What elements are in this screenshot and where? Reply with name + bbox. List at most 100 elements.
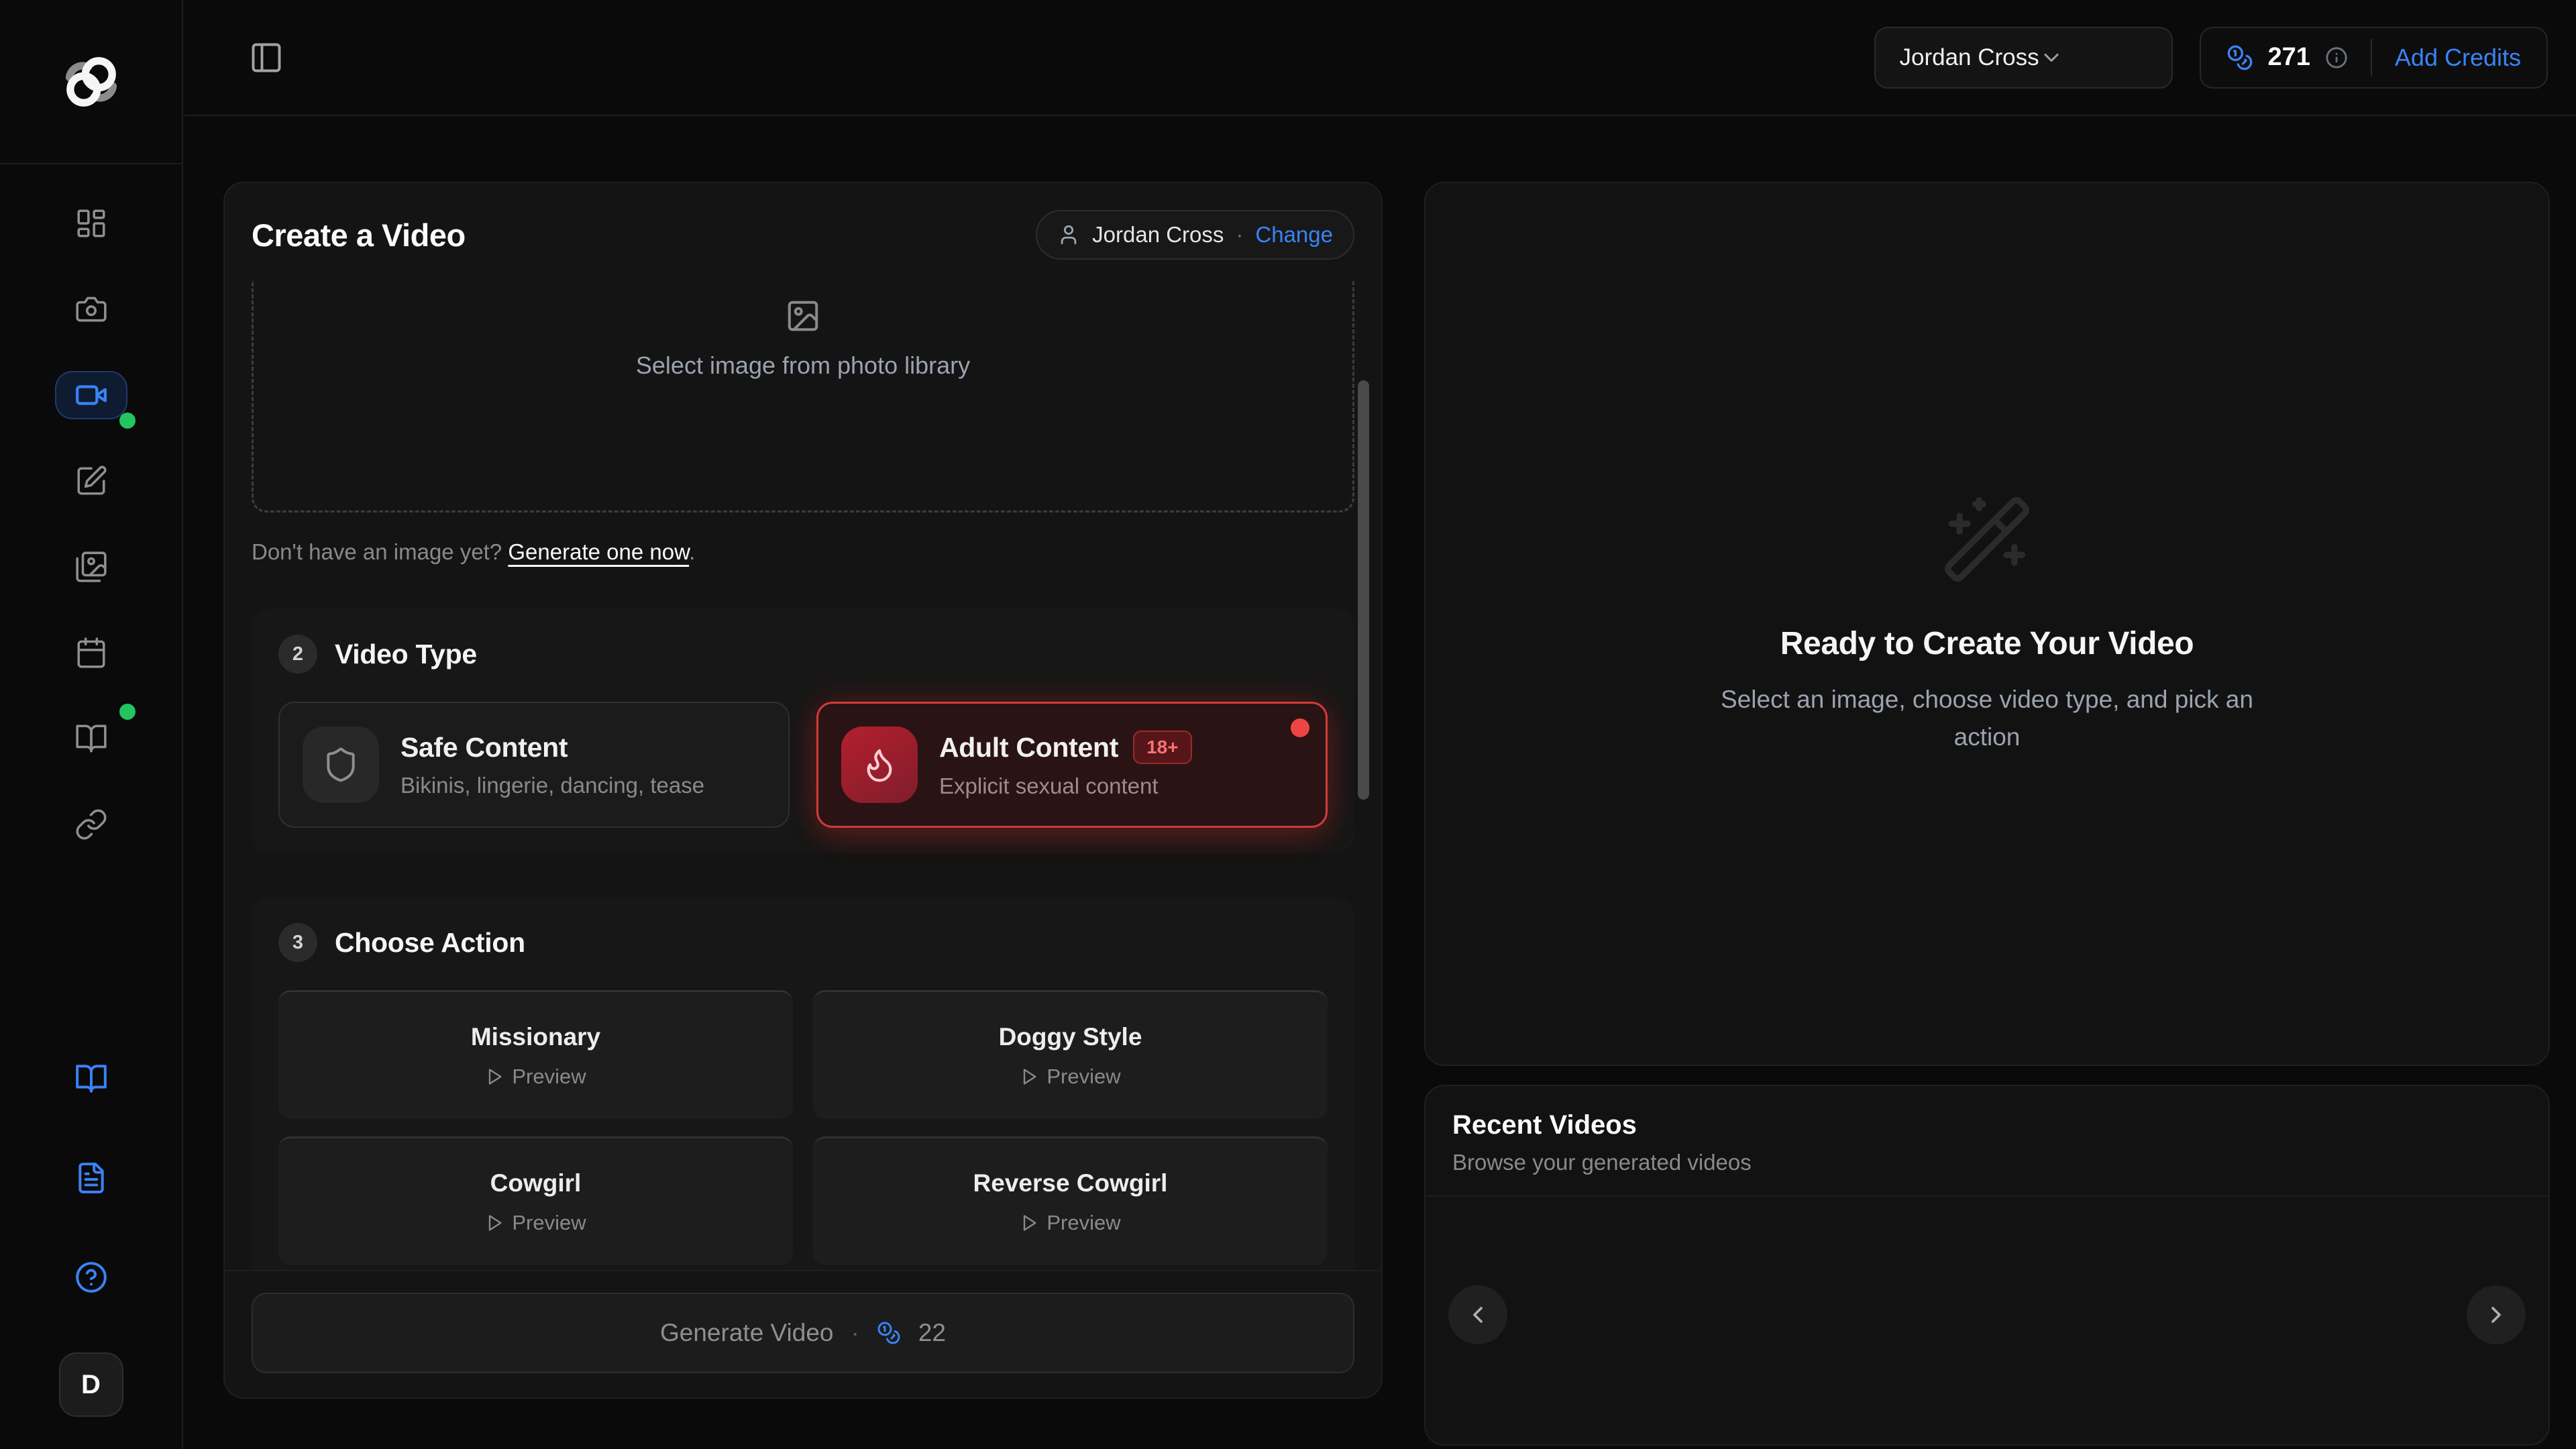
age-rating-badge: 18+ [1133, 731, 1192, 764]
action-title: Reverse Cowgirl [973, 1169, 1168, 1197]
separator-dot: · [1236, 222, 1243, 248]
divider [2371, 39, 2372, 76]
add-credits-button[interactable]: Add Credits [2395, 44, 2521, 72]
create-panel-scroll-area: Select image from photo library Don't ha… [225, 280, 1381, 1270]
choose-action-section: 3 Choose Action Missionary Preview Doggy… [252, 898, 1354, 1270]
sidebar-item-gallery[interactable] [55, 543, 127, 591]
link-icon [74, 808, 108, 841]
preview-button[interactable]: Preview [1020, 1065, 1120, 1089]
preview-subtitle: Select an image, choose video type, and … [1709, 681, 2265, 755]
step-badge: 2 [278, 635, 317, 674]
scrollbar-thumb[interactable] [1358, 380, 1369, 800]
video-type-options: Safe Content Bikinis, lingerie, dancing,… [278, 702, 1328, 828]
topbar-right: Jordan Cross 271 Add Credits [1874, 27, 2548, 89]
user-avatar[interactable]: D [59, 1352, 123, 1417]
create-video-panel: Create a Video Jordan Cross · Change Sel… [223, 182, 1383, 1399]
book-open-icon [74, 722, 108, 755]
play-icon [1020, 1214, 1038, 1232]
play-icon [485, 1214, 504, 1232]
no-image-hint-suffix: . [689, 539, 695, 564]
create-panel-header: Create a Video Jordan Cross · Change [225, 183, 1381, 280]
video-icon [74, 378, 108, 412]
upload-label: Select image from photo library [636, 352, 970, 380]
info-icon[interactable] [2325, 46, 2348, 69]
carousel-prev-button[interactable] [1448, 1285, 1507, 1344]
credits-pill: 271 Add Credits [2200, 27, 2548, 89]
shield-icon [303, 727, 379, 803]
account-dropdown[interactable]: Jordan Cross [1874, 27, 2173, 89]
choose-action-header: 3 Choose Action [278, 923, 1328, 962]
play-icon [1020, 1067, 1038, 1086]
file-text-icon [74, 1161, 108, 1195]
generate-cost: 22 [918, 1319, 946, 1347]
generate-label: Generate Video [660, 1319, 834, 1347]
notification-dot [119, 704, 136, 720]
page-title: Create a Video [252, 217, 466, 254]
generate-image-link[interactable]: Generate one now [508, 539, 689, 564]
video-type-title: Video Type [335, 639, 477, 670]
recent-videos-header: Recent Videos Browse your generated vide… [1426, 1086, 2548, 1197]
model-name: Jordan Cross [1092, 222, 1224, 248]
preview-button[interactable]: Preview [485, 1211, 586, 1235]
sidebar-item-video[interactable] [55, 371, 127, 419]
carousel-next-button[interactable] [2467, 1285, 2526, 1344]
sidebar-item-editor[interactable] [55, 457, 127, 505]
edit-icon [74, 464, 108, 498]
book-open-icon [74, 1062, 108, 1095]
video-type-option-adult[interactable]: Adult Content 18+ Explicit sexual conten… [816, 702, 1328, 828]
sidebar-item-dashboard[interactable] [55, 199, 127, 248]
coins-icon [877, 1321, 901, 1345]
preview-label: Preview [1046, 1065, 1120, 1089]
help-circle-icon [74, 1260, 108, 1294]
active-indicator-dot [119, 413, 136, 429]
model-selector-pill[interactable]: Jordan Cross · Change [1036, 210, 1354, 260]
action-title: Missionary [471, 1023, 600, 1051]
recent-videos-subtitle: Browse your generated videos [1452, 1150, 2522, 1175]
video-type-option-safe[interactable]: Safe Content Bikinis, lingerie, dancing,… [278, 702, 790, 828]
action-card-cowgirl[interactable]: Cowgirl Preview [278, 1136, 793, 1265]
choose-action-title: Choose Action [335, 927, 525, 959]
sidebar-item-terms[interactable] [55, 1154, 127, 1202]
video-type-header: 2 Video Type [278, 635, 1328, 674]
sidebar: D [0, 0, 183, 1449]
recent-videos-panel: Recent Videos Browse your generated vide… [1424, 1085, 2550, 1446]
action-grid: Missionary Preview Doggy Style Preview C… [278, 990, 1328, 1270]
credits-count: 271 [2268, 43, 2310, 72]
option-subtitle: Explicit sexual content [939, 773, 1192, 799]
change-model-link[interactable]: Change [1255, 222, 1333, 248]
play-icon [485, 1067, 504, 1086]
sidebar-item-library[interactable] [55, 714, 127, 763]
action-card-doggy-style[interactable]: Doggy Style Preview [813, 990, 1328, 1119]
image-icon [785, 298, 821, 334]
no-image-hint-text: Don't have an image yet? [252, 539, 508, 564]
sidebar-item-schedule[interactable] [55, 629, 127, 677]
preview-label: Preview [512, 1211, 586, 1235]
image-upload-dropzone[interactable]: Select image from photo library [252, 280, 1354, 513]
calendar-icon [74, 636, 108, 669]
sidebar-item-links[interactable] [55, 800, 127, 849]
chevron-left-icon [1464, 1301, 1491, 1328]
video-type-section: 2 Video Type Safe Content Bikinis, linge… [252, 609, 1354, 853]
video-type-option-text: Safe Content Bikinis, lingerie, dancing,… [400, 732, 704, 798]
sidebar-item-help[interactable] [55, 1253, 127, 1301]
sidebar-toggle-button[interactable] [249, 40, 284, 75]
action-card-missionary[interactable]: Missionary Preview [278, 990, 793, 1119]
user-icon [1057, 223, 1080, 246]
action-card-reverse-cowgirl[interactable]: Reverse Cowgirl Preview [813, 1136, 1328, 1265]
sidebar-item-photos[interactable] [55, 285, 127, 333]
video-type-option-text: Adult Content 18+ Explicit sexual conten… [939, 731, 1192, 799]
option-subtitle: Bikinis, lingerie, dancing, tease [400, 773, 704, 798]
chevron-down-icon [2039, 46, 2063, 70]
option-title: Safe Content [400, 732, 568, 763]
recent-videos-title: Recent Videos [1452, 1110, 2522, 1140]
step-badge: 3 [278, 923, 317, 962]
app-logo[interactable] [0, 0, 182, 164]
account-name: Jordan Cross [1900, 44, 2039, 71]
sidebar-item-docs[interactable] [55, 1055, 127, 1103]
preview-button[interactable]: Preview [1020, 1211, 1120, 1235]
generate-video-button[interactable]: Generate Video · 22 [252, 1293, 1354, 1373]
chevron-right-icon [2483, 1301, 2510, 1328]
preview-title: Ready to Create Your Video [1780, 625, 2194, 662]
preview-button[interactable]: Preview [485, 1065, 586, 1089]
no-image-hint: Don't have an image yet? Generate one no… [252, 539, 1354, 565]
